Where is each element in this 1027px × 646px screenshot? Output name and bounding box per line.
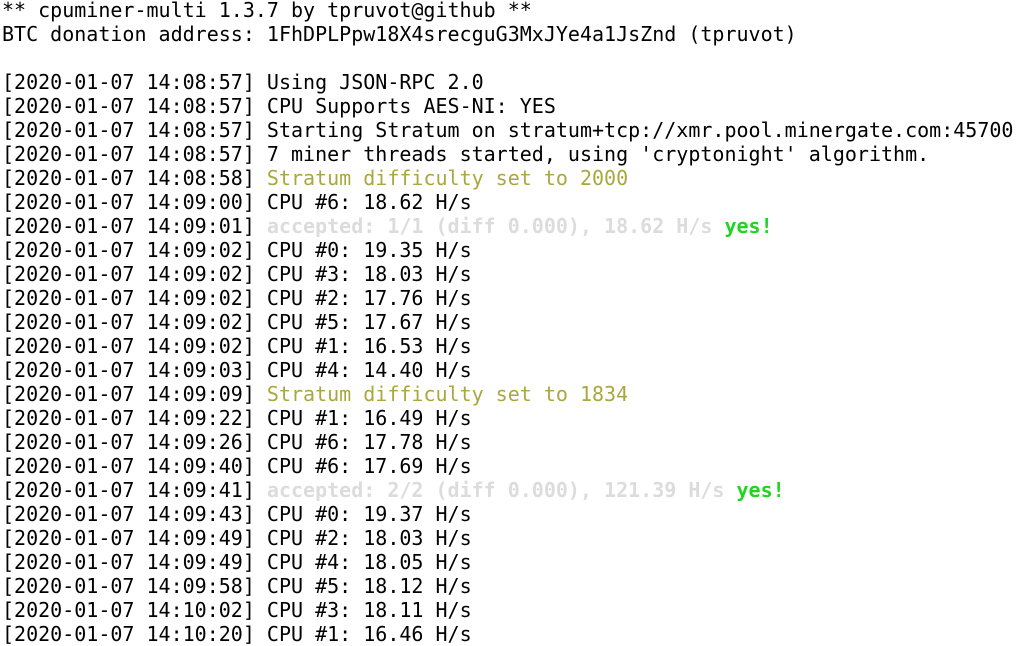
log-message: CPU #6: 17.78 H/s [266,430,472,454]
log-timestamp: [2020-01-07 14:08:57] [2,142,267,166]
log-timestamp: [2020-01-07 14:09:26] [2,430,267,454]
log-timestamp: [2020-01-07 14:09:09] [2,382,267,406]
log-timestamp: [2020-01-07 14:09:49] [2,550,267,574]
log-message: ** cpuminer-multi 1.3.7 by tpruvot@githu… [2,0,532,22]
log-message: Stratum difficulty set to 1834 [266,382,629,406]
log-message: CPU Supports AES-NI: YES [266,94,556,118]
log-line: [2020-01-07 14:09:26] CPU #6: 17.78 H/s [2,430,1027,454]
log-timestamp: [2020-01-07 14:09:02] [2,238,267,262]
log-timestamp: [2020-01-07 14:09:02] [2,286,267,310]
log-message: CPU #3: 18.11 H/s [266,598,472,622]
log-line: [2020-01-07 14:08:57] Starting Stratum o… [2,118,1027,142]
log-message: CPU #2: 18.03 H/s [266,526,472,550]
log-message: CPU #2: 17.76 H/s [266,286,472,310]
log-line: [2020-01-07 14:09:49] CPU #2: 18.03 H/s [2,526,1027,550]
accepted-status: yes! [736,478,785,502]
log-line: [2020-01-07 14:10:20] CPU #1: 16.46 H/s [2,622,1027,646]
log-message: BTC donation address: 1FhDPLPpw18X4srecg… [2,22,797,46]
log-line: [2020-01-07 14:09:02] CPU #0: 19.35 H/s [2,238,1027,262]
terminal-output: ** cpuminer-multi 1.3.7 by tpruvot@githu… [0,0,1027,646]
log-message: accepted: 2/2 (diff 0.000), 121.39 H/s [266,478,737,502]
log-line: [2020-01-07 14:08:57] 7 miner threads st… [2,142,1027,166]
log-line: [2020-01-07 14:09:09] Stratum difficulty… [2,382,1027,406]
log-message: CPU #6: 17.69 H/s [266,454,472,478]
log-timestamp: [2020-01-07 14:09:41] [2,478,267,502]
log-timestamp: [2020-01-07 14:09:02] [2,262,267,286]
log-line: [2020-01-07 14:09:02] CPU #1: 16.53 H/s [2,334,1027,358]
log-timestamp: [2020-01-07 14:09:49] [2,526,267,550]
log-timestamp: [2020-01-07 14:08:57] [2,70,267,94]
log-timestamp: [2020-01-07 14:08:58] [2,166,267,190]
log-line: [2020-01-07 14:09:03] CPU #4: 14.40 H/s [2,358,1027,382]
log-timestamp: [2020-01-07 14:10:20] [2,622,267,646]
accepted-status: yes! [724,214,773,238]
log-timestamp: [2020-01-07 14:09:02] [2,310,267,334]
log-line: [2020-01-07 14:09:43] CPU #0: 19.37 H/s [2,502,1027,526]
log-message: CPU #1: 16.49 H/s [266,406,472,430]
log-message: CPU #4: 14.40 H/s [266,358,472,382]
log-line: [2020-01-07 14:09:00] CPU #6: 18.62 H/s [2,190,1027,214]
log-message: Stratum difficulty set to 2000 [266,166,629,190]
log-line: [2020-01-07 14:09:40] CPU #6: 17.69 H/s [2,454,1027,478]
log-timestamp: [2020-01-07 14:08:57] [2,94,267,118]
log-line: [2020-01-07 14:09:49] CPU #4: 18.05 H/s [2,550,1027,574]
log-message: CPU #1: 16.46 H/s [266,622,472,646]
log-line: [2020-01-07 14:09:01] accepted: 1/1 (dif… [2,214,1027,238]
log-line: [2020-01-07 14:08:58] Stratum difficulty… [2,166,1027,190]
log-line: [2020-01-07 14:10:02] CPU #3: 18.11 H/s [2,598,1027,622]
log-line: [2020-01-07 14:08:57] Using JSON-RPC 2.0 [2,70,1027,94]
log-timestamp: [2020-01-07 14:09:43] [2,502,267,526]
log-timestamp: [2020-01-07 14:10:02] [2,598,267,622]
log-line: [2020-01-07 14:08:57] CPU Supports AES-N… [2,94,1027,118]
log-line: [2020-01-07 14:09:58] CPU #5: 18.12 H/s [2,574,1027,598]
log-message: CPU #6: 18.62 H/s [266,190,472,214]
log-message: 7 miner threads started, using 'cryptoni… [266,142,930,166]
log-timestamp: [2020-01-07 14:09:03] [2,358,267,382]
log-timestamp: [2020-01-07 14:09:01] [2,214,267,238]
log-message: Starting Stratum on stratum+tcp://xmr.po… [266,118,1014,142]
log-message: CPU #0: 19.37 H/s [266,502,472,526]
log-timestamp: [2020-01-07 14:08:57] [2,118,267,142]
log-message: CPU #3: 18.03 H/s [266,262,472,286]
log-timestamp: [2020-01-07 14:09:40] [2,454,267,478]
log-message: CPU #4: 18.05 H/s [266,550,472,574]
log-timestamp: [2020-01-07 14:09:22] [2,406,267,430]
log-line: [2020-01-07 14:09:41] accepted: 2/2 (dif… [2,478,1027,502]
log-line: [2020-01-07 14:09:02] CPU #3: 18.03 H/s [2,262,1027,286]
log-message: Using JSON-RPC 2.0 [266,70,484,94]
log-line: BTC donation address: 1FhDPLPpw18X4srecg… [2,22,1027,46]
log-message: CPU #1: 16.53 H/s [266,334,472,358]
log-line: [2020-01-07 14:09:02] CPU #5: 17.67 H/s [2,310,1027,334]
log-line: ** cpuminer-multi 1.3.7 by tpruvot@githu… [2,0,1027,22]
log-message: CPU #0: 19.35 H/s [266,238,472,262]
log-message: CPU #5: 18.12 H/s [266,574,472,598]
log-line: [2020-01-07 14:09:02] CPU #2: 17.76 H/s [2,286,1027,310]
log-message: accepted: 1/1 (diff 0.000), 18.62 H/s [266,214,725,238]
log-timestamp: [2020-01-07 14:09:00] [2,190,267,214]
log-line: [2020-01-07 14:09:22] CPU #1: 16.49 H/s [2,406,1027,430]
log-timestamp: [2020-01-07 14:09:02] [2,334,267,358]
log-timestamp: [2020-01-07 14:09:58] [2,574,267,598]
log-message: CPU #5: 17.67 H/s [266,310,472,334]
